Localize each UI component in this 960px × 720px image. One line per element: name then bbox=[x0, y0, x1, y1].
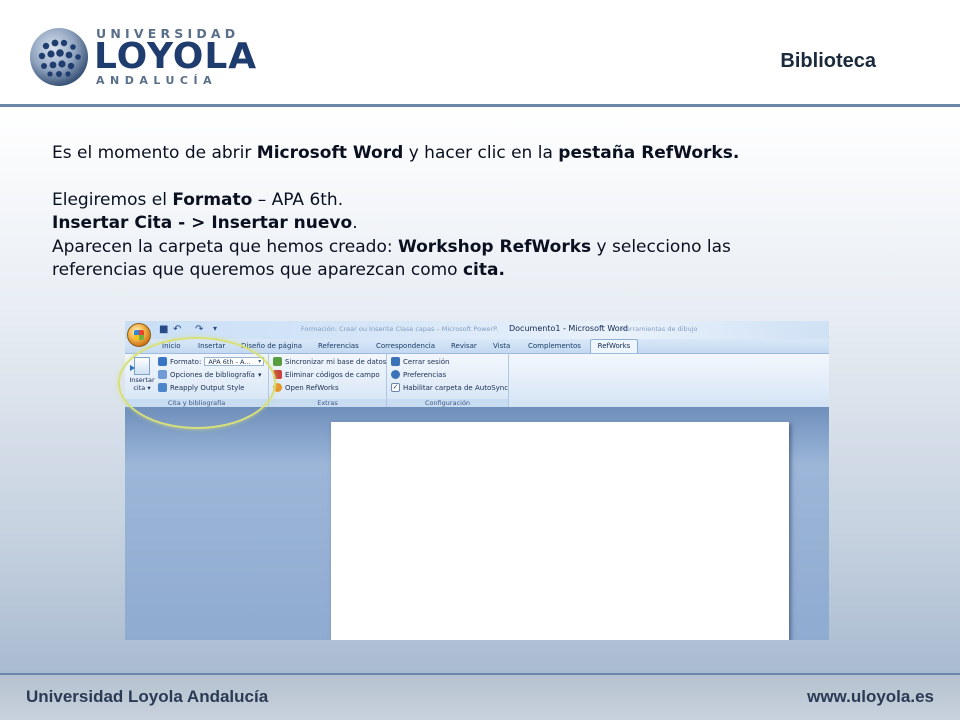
background-window-title: Formación: Crear ou Inserite Clase capas… bbox=[301, 325, 499, 333]
document-page[interactable] bbox=[331, 422, 789, 640]
word-window-title: Documento1 - Microsoft Word bbox=[509, 324, 628, 333]
word-titlebar: ■ ↶ ↷ ▾ Formación: Crear ou Inserite Cla… bbox=[125, 321, 829, 339]
instruction-text: Es el momento de abrir Microsoft Word y … bbox=[52, 142, 912, 283]
tab-referencias[interactable]: Referencias bbox=[318, 342, 359, 350]
highlight-ellipse bbox=[118, 337, 276, 429]
autosync-checkbox[interactable]: ✓ Habilitar carpeta de AutoSync bbox=[391, 383, 508, 392]
undo-icon[interactable]: ↶ bbox=[173, 324, 181, 335]
group-extras: Sincronizar mi base de datos Eliminar có… bbox=[269, 354, 387, 408]
tab-complementos[interactable]: Complementos bbox=[528, 342, 581, 350]
background-tool-title: Herramientas de dibujo bbox=[621, 325, 698, 333]
logo-text-main: LOYOLA bbox=[94, 36, 258, 77]
logout-icon bbox=[391, 357, 400, 366]
globe-logo-icon bbox=[30, 28, 88, 86]
tab-revisar[interactable]: Revisar bbox=[451, 342, 477, 350]
section-title: Biblioteca bbox=[780, 50, 876, 72]
remove-field-codes-button[interactable]: Eliminar códigos de campo bbox=[273, 370, 380, 379]
header: UNIVERSIDAD LOYOLA ANDALUCÍA Biblioteca bbox=[0, 0, 960, 106]
instruction-line-3: Insertar Cita - > Insertar nuevo. bbox=[52, 213, 358, 233]
footer: Universidad Loyola Andalucía www.uloyola… bbox=[0, 675, 960, 720]
instruction-line-2: Elegiremos el Formato – APA 6th. bbox=[52, 189, 344, 210]
redo-icon[interactable]: ↷ bbox=[195, 324, 203, 335]
instruction-line-4: Aparecen la carpeta que hemos creado: Wo… bbox=[52, 236, 731, 257]
save-icon[interactable]: ■ bbox=[159, 324, 168, 335]
sync-database-button[interactable]: Sincronizar mi base de datos bbox=[273, 357, 386, 366]
group-configuracion: Cerrar sesión Preferencias ✓ Habilitar c… bbox=[387, 354, 509, 408]
quick-access-dropdown-icon[interactable]: ▾ bbox=[213, 324, 217, 333]
logout-button[interactable]: Cerrar sesión bbox=[391, 357, 449, 366]
preferences-button[interactable]: Preferencias bbox=[391, 370, 446, 379]
tab-refworks[interactable]: RefWorks bbox=[590, 339, 638, 353]
office-button[interactable] bbox=[127, 323, 151, 347]
open-refworks-button[interactable]: Open RefWorks bbox=[273, 383, 339, 392]
preferences-icon bbox=[391, 370, 400, 379]
sync-icon bbox=[273, 357, 282, 366]
tab-vista[interactable]: Vista bbox=[493, 342, 510, 350]
footer-university-name: Universidad Loyola Andalucía bbox=[26, 687, 269, 706]
tab-correspondencia[interactable]: Correspondencia bbox=[376, 342, 435, 350]
document-workspace bbox=[125, 407, 829, 640]
checkbox-checked-icon: ✓ bbox=[391, 383, 400, 392]
university-logo[interactable]: UNIVERSIDAD LOYOLA ANDALUCÍA bbox=[28, 24, 256, 90]
footer-website[interactable]: www.uloyola.es bbox=[807, 687, 934, 707]
logo-text-bottom: ANDALUCÍA bbox=[96, 74, 218, 87]
instruction-line-1: Es el momento de abrir Microsoft Word y … bbox=[52, 143, 740, 163]
instruction-line-5: referencias que queremos que aparezcan c… bbox=[52, 260, 505, 280]
